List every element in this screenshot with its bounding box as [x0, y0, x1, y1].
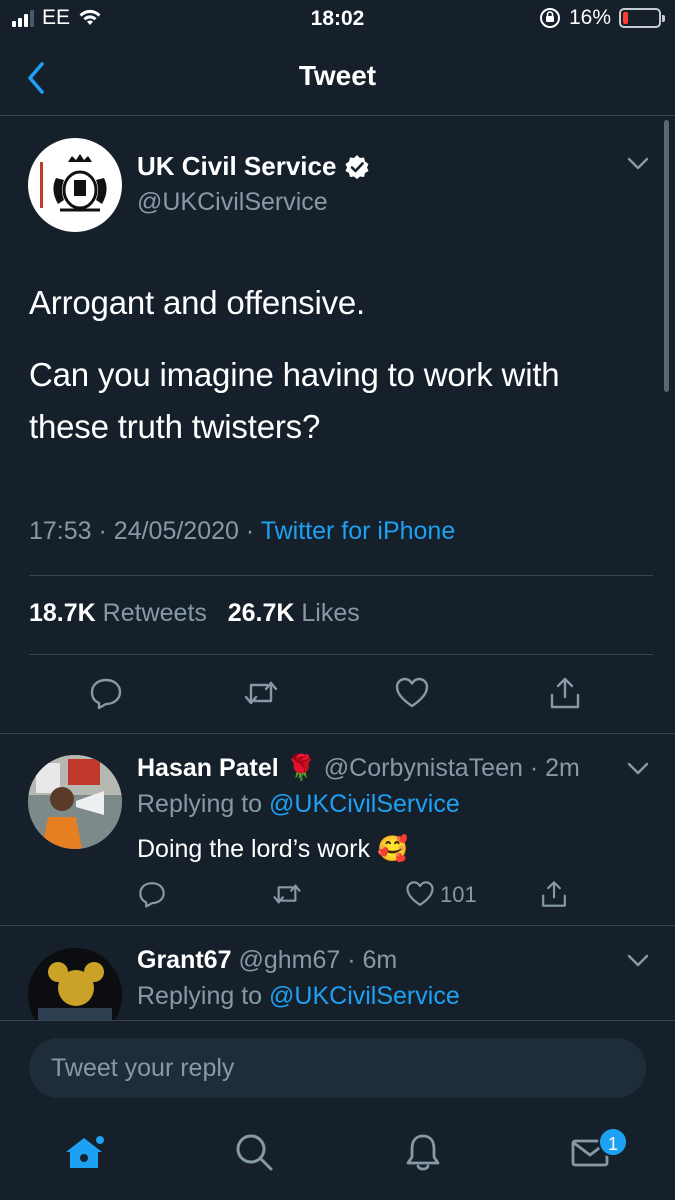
home-icon[interactable] [62, 1130, 106, 1174]
divider [29, 575, 653, 576]
chevron-down-icon[interactable] [627, 762, 649, 776]
reply-author-handle[interactable]: @ghm67 [238, 946, 340, 974]
page-title: Tweet [298, 60, 377, 91]
reply-author-handle[interactable]: @CorbynistaTeen [324, 754, 523, 782]
retweets-label: Retweets [102, 599, 207, 627]
divider [0, 733, 675, 734]
reply-text: Doing the lord’s work [137, 835, 370, 863]
royal-crest-logo [40, 154, 107, 212]
orientation-lock-icon [539, 8, 560, 28]
likes-count: 26.7K [227, 599, 295, 627]
tweet-text: Arrogant and offensive. Can you imagine … [29, 277, 639, 453]
replying-to-link[interactable]: @UKCivilService [269, 790, 460, 818]
chevron-down-icon[interactable] [627, 954, 649, 968]
share-icon[interactable] [539, 879, 569, 909]
reply-avatar-photo [28, 755, 122, 849]
author-handle[interactable]: @UKCivilService [137, 188, 370, 217]
retweets-count-link[interactable]: 18.7K Retweets [29, 599, 207, 627]
replying-label: Replying to [137, 982, 263, 1010]
battery-percent: 16% [568, 6, 611, 29]
replying-to-link[interactable]: @UKCivilService [269, 982, 460, 1010]
likes-label: Likes [301, 599, 360, 627]
tweet-text-line: Can you imagine having to work with thes… [29, 356, 560, 445]
battery-level-fill [623, 12, 629, 24]
reply-author-name[interactable]: Hasan Patel [137, 754, 279, 782]
messages-badge: 1 [598, 1127, 628, 1157]
rose-emoji: 🌹 [285, 754, 317, 782]
likes-count-link[interactable]: 26.7K Likes [228, 599, 360, 627]
battery-icon [619, 8, 665, 28]
reply-time: 2m [545, 754, 580, 782]
notifications-icon[interactable] [401, 1130, 445, 1174]
tweet-text-line: Arrogant and offensive. [29, 284, 366, 321]
smiling-hearts-emoji: 🥰 [376, 835, 409, 863]
avatar[interactable] [28, 755, 122, 849]
tweet-date: 24/05/2020 [113, 517, 239, 545]
scrollbar[interactable] [664, 120, 669, 392]
retweet-icon[interactable] [272, 879, 302, 909]
nav-bar: Tweet [0, 40, 675, 116]
verified-badge-icon [345, 154, 369, 179]
tweet-reply-input[interactable] [29, 1038, 646, 1098]
chevron-down-icon[interactable] [627, 157, 649, 171]
tweet-source-link[interactable]: Twitter for iPhone [261, 517, 456, 545]
retweets-count: 18.7K [29, 599, 96, 627]
like-heart-icon[interactable] [394, 675, 430, 711]
tweet-counts: 18.7K Retweets 26.7K Likes [29, 599, 360, 628]
tweet-time: 17:53 [29, 517, 92, 545]
retweet-icon[interactable] [243, 675, 279, 711]
replying-label: Replying to [137, 790, 263, 818]
reply-time: 6m [362, 946, 398, 974]
status-bar: EE 18:02 16% [0, 0, 675, 40]
share-icon[interactable] [547, 675, 583, 711]
reply-icon[interactable] [88, 675, 124, 711]
reply-author-name[interactable]: Grant67 [137, 946, 231, 974]
reply-tweet[interactable]: Grant67 @ghm67 · 6m Replying to @UKCivil… [0, 926, 675, 1020]
avatar[interactable] [28, 138, 122, 232]
author-name[interactable]: UK Civil Service [137, 151, 336, 182]
divider [29, 654, 653, 655]
reply-composer [0, 1020, 675, 1110]
tab-bar [0, 1110, 675, 1200]
search-icon[interactable] [232, 1130, 276, 1174]
tweet-meta: 17:53 · 24/05/2020 · Twitter for iPhone [29, 517, 456, 545]
tweet-actions [0, 675, 675, 715]
like-heart-icon[interactable] [405, 879, 435, 909]
reply-avatar-photo [28, 948, 122, 1020]
avatar[interactable] [28, 948, 122, 1020]
like-count: 101 [440, 882, 477, 907]
reply-icon[interactable] [137, 879, 167, 909]
